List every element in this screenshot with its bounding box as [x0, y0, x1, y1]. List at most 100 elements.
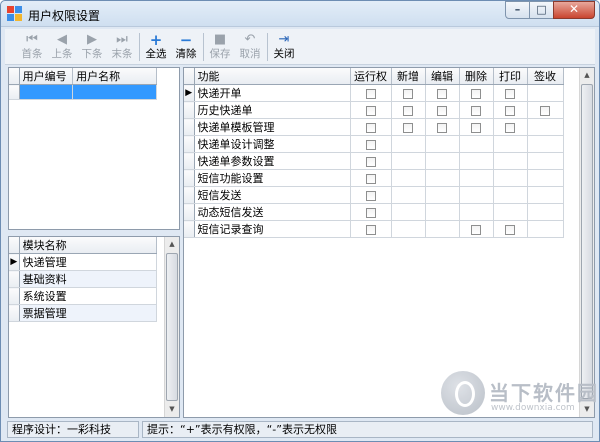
column-header-run[interactable]: 运行权	[350, 68, 392, 85]
maximize-button[interactable]: □	[529, 1, 554, 19]
permission-cell[interactable]	[459, 152, 494, 170]
function-name-cell[interactable]: 快递单参数设置	[194, 152, 351, 170]
permission-cell[interactable]	[391, 152, 426, 170]
table-row[interactable]: 动态短信发送	[184, 203, 564, 221]
function-name-cell[interactable]: 动态短信发送	[194, 203, 351, 221]
permission-cell[interactable]	[493, 152, 528, 170]
permission-checkbox[interactable]	[505, 224, 515, 235]
next-record-button[interactable]: ▶ 下条	[77, 31, 107, 63]
modules-scrollbar[interactable]: ▲ ▼	[164, 237, 179, 417]
permission-cell[interactable]	[425, 84, 460, 102]
list-item[interactable]: 基础资料	[9, 270, 158, 288]
permission-checkbox[interactable]	[365, 190, 376, 201]
scroll-thumb[interactable]	[166, 253, 178, 401]
permission-cell[interactable]	[527, 169, 564, 187]
permission-cell[interactable]	[350, 84, 392, 102]
close-window-button[interactable]: ✕	[553, 1, 595, 19]
scroll-up-icon[interactable]: ▲	[165, 237, 179, 252]
permission-checkbox[interactable]	[365, 173, 376, 184]
column-header-module-name[interactable]: 模块名称	[19, 237, 158, 254]
permission-cell[interactable]	[493, 169, 528, 187]
permission-cell[interactable]	[350, 101, 392, 119]
permission-checkbox[interactable]	[505, 105, 515, 116]
column-header-edit[interactable]: 编辑	[425, 68, 460, 85]
permission-cell[interactable]	[350, 118, 392, 136]
permission-cell[interactable]	[425, 186, 460, 204]
permission-cell[interactable]	[527, 118, 564, 136]
function-name-cell[interactable]: 短信发送	[194, 186, 351, 204]
close-button[interactable]: ⇥ 关闭	[269, 31, 299, 63]
table-row[interactable]: 快递单设计调整	[184, 135, 564, 153]
table-row[interactable]	[9, 84, 157, 100]
permission-cell[interactable]	[391, 118, 426, 136]
last-record-button[interactable]: ⏭ 末条	[107, 31, 137, 63]
permission-checkbox[interactable]	[471, 88, 481, 99]
minimize-button[interactable]: –	[505, 1, 530, 19]
permission-cell[interactable]	[459, 186, 494, 204]
permission-cell[interactable]	[527, 101, 564, 119]
permission-cell[interactable]	[391, 84, 426, 102]
table-row[interactable]: ▶ 快递开单	[184, 84, 564, 102]
permission-cell[interactable]	[350, 169, 392, 187]
permission-checkbox[interactable]	[437, 105, 447, 116]
permission-cell[interactable]	[350, 220, 392, 238]
permission-checkbox[interactable]	[437, 88, 447, 99]
column-header-user-id[interactable]: 用户编号	[19, 68, 74, 85]
modules-grid[interactable]: 模块名称 ▶ 快递管理 基础资料 系统设置 票据管理 ▲ ▼	[8, 236, 180, 418]
function-name-cell[interactable]: 历史快递单	[194, 101, 351, 119]
permission-cell[interactable]	[493, 84, 528, 102]
permission-cell[interactable]	[527, 220, 564, 238]
first-record-button[interactable]: ⏮ 首条	[17, 31, 47, 63]
permission-cell[interactable]	[459, 169, 494, 187]
permission-checkbox[interactable]	[505, 122, 515, 133]
permission-cell[interactable]	[493, 220, 528, 238]
title-bar[interactable]: 用户权限设置 – □ ✕	[1, 1, 599, 27]
permission-checkbox[interactable]	[365, 156, 376, 167]
function-name-cell[interactable]: 快递开单	[194, 84, 351, 102]
permission-cell[interactable]	[527, 203, 564, 221]
permission-checkbox[interactable]	[471, 224, 481, 235]
permission-cell[interactable]	[350, 186, 392, 204]
module-name-cell[interactable]: 票据管理	[19, 304, 158, 322]
permission-cell[interactable]	[425, 203, 460, 221]
permission-cell[interactable]	[425, 169, 460, 187]
column-header-delete[interactable]: 删除	[459, 68, 494, 85]
permissions-scrollbar[interactable]: ▲ ▼	[579, 68, 594, 417]
permission-cell[interactable]	[459, 101, 494, 119]
permission-cell[interactable]	[493, 135, 528, 153]
permission-cell[interactable]	[391, 186, 426, 204]
column-header-add[interactable]: 新增	[391, 68, 426, 85]
permission-cell[interactable]	[425, 220, 460, 238]
prev-record-button[interactable]: ◀ 上条	[47, 31, 77, 63]
users-grid[interactable]: 用户编号 用户名称	[8, 67, 180, 230]
permission-cell[interactable]	[493, 101, 528, 119]
permission-checkbox[interactable]	[540, 105, 550, 116]
permission-cell[interactable]	[459, 135, 494, 153]
function-name-cell[interactable]: 短信记录查询	[194, 220, 351, 238]
table-row[interactable]: 历史快递单	[184, 101, 564, 119]
save-button[interactable]: ■ 保存	[205, 31, 235, 63]
permission-checkbox[interactable]	[403, 122, 413, 133]
user-id-cell[interactable]	[19, 84, 74, 100]
scroll-thumb[interactable]	[581, 84, 593, 399]
permission-cell[interactable]	[391, 203, 426, 221]
permission-checkbox[interactable]	[403, 88, 413, 99]
permission-cell[interactable]	[459, 220, 494, 238]
scroll-down-icon[interactable]: ▼	[165, 402, 179, 417]
function-name-cell[interactable]: 快递单设计调整	[194, 135, 351, 153]
permission-checkbox[interactable]	[505, 88, 515, 99]
permission-cell[interactable]	[425, 152, 460, 170]
permission-cell[interactable]	[527, 135, 564, 153]
permission-cell[interactable]	[391, 169, 426, 187]
table-row[interactable]: 快递单参数设置	[184, 152, 564, 170]
column-header-user-name[interactable]: 用户名称	[72, 68, 157, 85]
cancel-button[interactable]: ↶ 取消	[235, 31, 265, 63]
permission-cell[interactable]	[425, 101, 460, 119]
permission-checkbox[interactable]	[437, 122, 447, 133]
permission-cell[interactable]	[425, 118, 460, 136]
function-name-cell[interactable]: 短信功能设置	[194, 169, 351, 187]
permission-cell[interactable]	[459, 118, 494, 136]
permission-cell[interactable]	[493, 118, 528, 136]
module-name-cell[interactable]: 基础资料	[19, 270, 158, 288]
permission-checkbox[interactable]	[365, 105, 376, 116]
